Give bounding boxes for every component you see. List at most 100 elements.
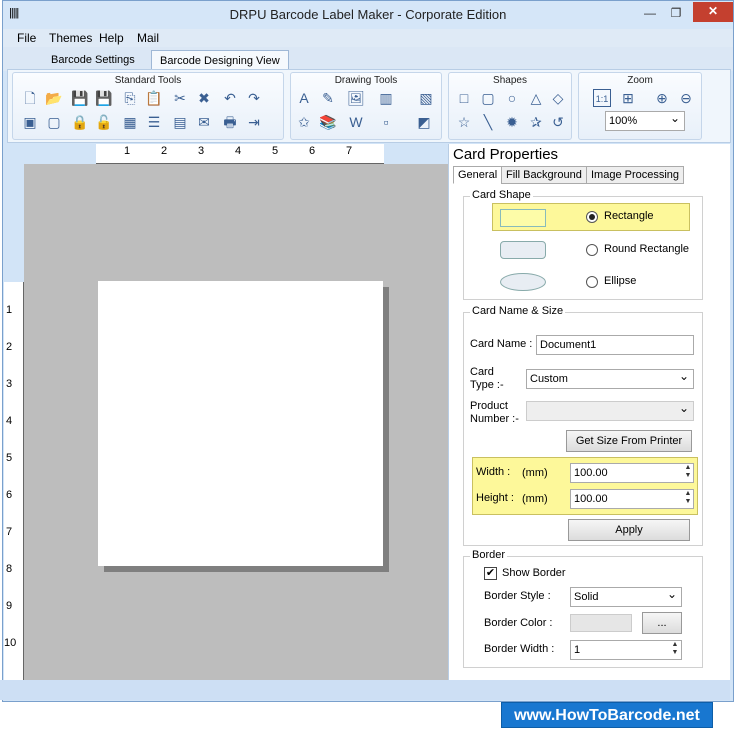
open-icon[interactable]: 📂 xyxy=(45,89,63,107)
round-rectangle-radio[interactable] xyxy=(586,244,598,256)
cut-icon[interactable]: ✂ xyxy=(171,89,189,107)
ruler-tick-label: 5 xyxy=(6,452,13,464)
rectangle-radio[interactable] xyxy=(586,211,598,223)
database-icon[interactable]: ☰ xyxy=(145,113,163,131)
undo-icon[interactable]: ↶ xyxy=(221,89,239,107)
text-tool-icon[interactable]: A xyxy=(295,89,313,107)
card-name-input[interactable]: Document1 xyxy=(536,335,694,355)
zoom-select[interactable]: 100% xyxy=(605,109,685,131)
burst-icon[interactable]: ✹ xyxy=(503,113,521,131)
image-library-icon[interactable]: ▧ xyxy=(417,89,435,107)
email-icon[interactable]: ✉ xyxy=(195,113,213,131)
save-icon[interactable]: 💾 xyxy=(71,89,89,107)
ruler-tick-label: 8 xyxy=(6,563,13,575)
shapes-group: Shapes □ ▢ ○ △ ◇ ☆ ╲ ✹ ✰ ↺ xyxy=(448,72,572,140)
website-banner[interactable]: www.HowToBarcode.net xyxy=(501,702,713,728)
menu-help[interactable]: Help xyxy=(99,31,124,45)
width-input[interactable]: 100.00 xyxy=(570,463,694,483)
send-back-icon[interactable]: ▢ xyxy=(45,113,63,131)
restore-button[interactable]: ❐ xyxy=(663,4,689,22)
status-bar xyxy=(0,680,730,700)
menu-file[interactable]: File xyxy=(17,31,36,45)
standard-tools-group: Standard Tools 🗋 📂 💾 💾 ⎘ 📋 ✂ ✖ ↶ ↷ ▣ ▢ 🔒… xyxy=(12,72,284,140)
shape-select-icon[interactable]: ▫ xyxy=(377,113,395,131)
star-tool-icon[interactable]: ✩ xyxy=(295,113,313,131)
minimize-button[interactable]: — xyxy=(637,4,663,22)
product-number-label-2: Number :- xyxy=(470,413,519,425)
tab-fill-background[interactable]: Fill Background xyxy=(501,166,587,184)
product-number-label: Product xyxy=(470,400,508,412)
product-number-select[interactable] xyxy=(526,399,694,421)
arc-icon[interactable]: ↺ xyxy=(549,113,567,131)
tab-barcode-settings[interactable]: Barcode Settings xyxy=(43,50,143,71)
zoom-in-icon[interactable]: ⊕ xyxy=(653,89,671,107)
star-outline-icon[interactable]: ✰ xyxy=(527,113,545,131)
exit-icon[interactable]: ⇥ xyxy=(245,113,263,131)
redo-icon[interactable]: ↷ xyxy=(245,89,263,107)
border-color-swatch[interactable] xyxy=(570,614,632,632)
actual-size-icon[interactable]: 1:1 xyxy=(593,89,611,107)
height-unit: (mm) xyxy=(522,493,548,505)
border-style-select[interactable]: Solid xyxy=(570,585,682,607)
get-size-from-printer-button[interactable]: Get Size From Printer xyxy=(566,430,692,452)
word-art-icon[interactable]: W xyxy=(347,113,365,131)
menu-mail[interactable]: Mail xyxy=(137,31,159,45)
border-width-spinner-icon[interactable]: ▲ ▼ xyxy=(670,641,680,657)
ribbon-toolbar: Standard Tools 🗋 📂 💾 💾 ⎘ 📋 ✂ ✖ ↶ ↷ ▣ ▢ 🔒… xyxy=(7,69,731,143)
zoom-out-icon[interactable]: ⊖ xyxy=(677,89,695,107)
height-input[interactable]: 100.00 xyxy=(570,489,694,509)
star-icon[interactable]: ☆ xyxy=(455,113,473,131)
card-shape-group: Card Shape Rectangle Round Rectangle Ell… xyxy=(463,189,703,300)
ruler-margin-left xyxy=(4,164,24,282)
grid-icon[interactable]: ▦ xyxy=(121,113,139,131)
label-card[interactable] xyxy=(98,281,383,566)
round-rectangle-label: Round Rectangle xyxy=(604,243,690,255)
library-icon[interactable]: 📚 xyxy=(319,113,337,131)
bring-front-icon[interactable]: ▣ xyxy=(21,113,39,131)
card-properties-panel: Card Properties General Fill Background … xyxy=(448,144,730,680)
ruler-tick-label: 10 xyxy=(4,637,17,649)
drawing-tools-label: Drawing Tools xyxy=(334,75,398,86)
ellipse-radio[interactable] xyxy=(586,276,598,288)
barcode-icon[interactable]: ▥ xyxy=(377,89,395,107)
export-icon[interactable]: ▤ xyxy=(171,113,189,131)
save-as-icon[interactable]: 💾 xyxy=(95,89,113,107)
line-icon[interactable]: ╲ xyxy=(479,113,497,131)
diamond-icon[interactable]: ◇ xyxy=(549,89,567,107)
print-icon[interactable]: 🖶 xyxy=(221,113,239,131)
apply-button[interactable]: Apply xyxy=(568,519,690,541)
delete-icon[interactable]: ✖ xyxy=(195,89,213,107)
ellipse-icon[interactable]: ○ xyxy=(503,89,521,107)
triangle-icon[interactable]: △ xyxy=(527,89,545,107)
close-button[interactable]: ✕ xyxy=(693,2,733,22)
rounded-rectangle-icon[interactable]: ▢ xyxy=(479,89,497,107)
picture-icon[interactable]: 🖼 xyxy=(347,89,365,107)
tab-general[interactable]: General xyxy=(453,166,503,184)
menu-themes[interactable]: Themes xyxy=(49,31,92,45)
paste-icon[interactable]: 📋 xyxy=(145,89,163,107)
drawing-tools-group: Drawing Tools A ✎ 🖼 ▥ ▧ ✩ 📚 W ▫ ◩ xyxy=(290,72,442,140)
ellipse-label: Ellipse xyxy=(604,275,637,287)
new-icon[interactable]: 🗋 xyxy=(21,89,39,107)
width-spinner-icon[interactable]: ▲ ▼ xyxy=(683,464,693,480)
round-rectangle-preview xyxy=(500,241,546,259)
height-spinner-icon[interactable]: ▲ ▼ xyxy=(683,490,693,506)
ruler-tick-label: 4 xyxy=(6,415,13,427)
copy-icon[interactable]: ⎘ xyxy=(121,89,139,107)
border-color-button[interactable]: ... xyxy=(642,612,682,634)
card-name-label: Card Name : xyxy=(470,338,533,350)
unlock-icon[interactable]: 🔓 xyxy=(95,113,113,131)
rectangle-label: Rectangle xyxy=(604,210,654,222)
ruler-tick-label: 6 xyxy=(309,145,316,157)
fit-page-icon[interactable]: ⊞ xyxy=(619,89,637,107)
fill-tool-icon[interactable]: ◩ xyxy=(415,113,433,131)
show-border-checkbox[interactable]: ✔ xyxy=(484,567,497,580)
border-width-input[interactable]: 1 xyxy=(570,640,682,660)
border-group: Border ✔ Show Border Border Style : Soli… xyxy=(463,549,703,668)
rectangle-icon[interactable]: □ xyxy=(455,89,473,107)
tab-barcode-designing-view[interactable]: Barcode Designing View xyxy=(151,50,289,71)
lock-icon[interactable]: 🔒 xyxy=(71,113,89,131)
tab-image-processing[interactable]: Image Processing xyxy=(586,166,685,184)
card-type-select[interactable]: Custom xyxy=(526,367,694,389)
pencil-icon[interactable]: ✎ xyxy=(319,89,337,107)
